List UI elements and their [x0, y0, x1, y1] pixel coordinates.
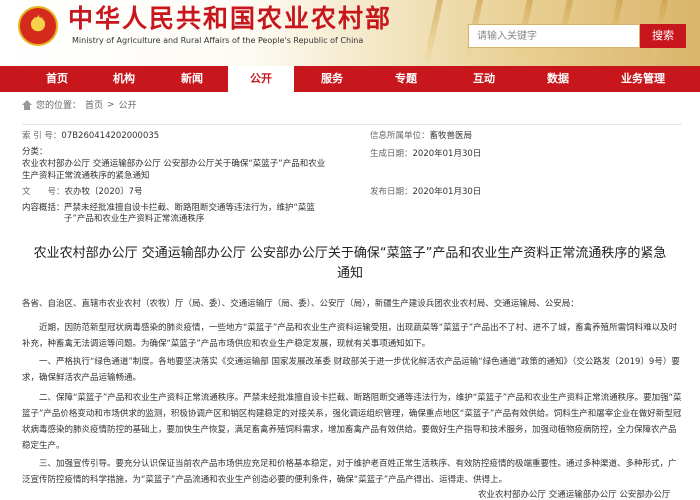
meta-summary-label: 内容概括：: [22, 203, 65, 213]
meta-doc-no-label: 文 号：: [22, 187, 65, 197]
meta-title-line2: 生产资料正常流通秩序的紧急通知: [22, 171, 150, 181]
meta-category-label: 分类：: [22, 147, 48, 157]
meta-created-value: 2020年01月30日: [412, 149, 482, 159]
meta-source-label: 信息所属单位：: [370, 131, 430, 141]
article-paragraph-1: 近期，因防范新型冠状病毒感染的肺炎疫情，一些地方“菜篮子”产品和农业生产资料运输…: [22, 323, 678, 349]
article-paragraph-4: 三、加强宣传引导。要充分认识保证当前农产品市场供应充足和价格基本稳定，对于维护老…: [22, 459, 677, 485]
search-button[interactable]: 搜索: [640, 24, 686, 48]
home-icon: [22, 99, 32, 110]
nav-item-public[interactable]: 公开: [228, 66, 294, 92]
meta-index-value: 07B260414202000035: [61, 131, 160, 141]
article-title: 农业农村部办公厅 交通运输部办公厅 公安部办公厅关于确保“菜篮子”产品和农业生产…: [20, 244, 680, 284]
document-metadata: 索 引 号：07B260414202000035 分类： 农业农村部办公厅 交通…: [22, 124, 682, 228]
meta-published-value: 2020年01月30日: [412, 187, 482, 197]
meta-summary-line1: 严禁未经批准擅自设卡拦截、断路阻断交通等违法行为，维护“菜篮: [64, 203, 315, 213]
site-header: ★ 中华人民共和国农业农村部 Ministry of Agriculture a…: [0, 0, 700, 66]
meta-source: 信息所属单位：畜牧兽医局: [370, 131, 472, 142]
meta-index-label: 索 引 号：: [22, 131, 62, 141]
search-input[interactable]: [468, 24, 640, 48]
meta-index: 索 引 号：07B260414202000035: [22, 131, 159, 142]
article-paragraph-2: 一、严格执行“绿色通道”制度。各地要坚决落实《交通运输部 国家发展改革委 财政部…: [22, 357, 680, 383]
star-icon: ★: [33, 12, 44, 26]
meta-created-label: 生成日期：: [370, 149, 413, 159]
article-salutation: 各省、自治区、直辖市农业农村（农牧）厅（局、委）、交通运输厅（局、委）、公安厅（…: [22, 299, 579, 309]
wheat-decoration: [422, 0, 444, 66]
meta-title-line1: 农业农村部办公厅 交通运输部办公厅 公安部办公厅关于确保“菜篮子”产品和农业: [22, 159, 326, 169]
article-signature: 农业农村部办公厅 交通运输部办公厅 公安部办公厅: [478, 490, 671, 500]
article-paragraph-3: 二、保障“菜篮子”产品和农业生产资料正常流通秩序。严禁未经批准擅自设卡拦截、断路…: [22, 393, 682, 451]
nav-item-news[interactable]: 新闻: [162, 66, 222, 92]
meta-summary-line2: 子”产品和农业生产资料正常流通秩序: [64, 214, 205, 224]
nav-item-interaction[interactable]: 互动: [454, 66, 514, 92]
meta-doc-no-value: 农办牧〔2020〕7号: [64, 187, 143, 197]
site-subtitle: Ministry of Agriculture and Rural Affair…: [72, 36, 364, 45]
article-title-line1: 农业农村部办公厅 交通运输部办公厅 公安部办公厅关于确保“菜篮子”产品和农业生产…: [33, 246, 667, 261]
main-nav: 首页 机构 新闻 公开 服务 专题 互动 数据 业务管理: [0, 66, 700, 92]
breadcrumb-label: 您的位置：: [36, 101, 82, 111]
site-title[interactable]: 中华人民共和国农业农村部: [68, 4, 392, 34]
breadcrumb-home-link[interactable]: 首页: [85, 98, 103, 111]
nav-item-data[interactable]: 数据: [528, 66, 588, 92]
nav-item-business[interactable]: 业务管理: [608, 66, 678, 92]
meta-published-label: 发布日期：: [370, 187, 413, 197]
nav-item-organization[interactable]: 机构: [94, 66, 154, 92]
meta-source-value: 畜牧兽医局: [429, 131, 473, 141]
meta-created: 生成日期：2020年01月30日: [370, 149, 481, 160]
nav-item-service[interactable]: 服务: [302, 66, 362, 92]
breadcrumb: 您的位置： 首页 > 公开: [22, 98, 137, 111]
nav-item-topics[interactable]: 专题: [376, 66, 436, 92]
meta-doc-no: 文 号：农办牧〔2020〕7号: [22, 187, 143, 198]
nav-item-home[interactable]: 首页: [28, 66, 86, 92]
meta-published: 发布日期：2020年01月30日: [370, 187, 481, 198]
breadcrumb-separator: >: [107, 99, 115, 110]
breadcrumb-current-link[interactable]: 公开: [119, 98, 137, 111]
article-title-line2: 通知: [336, 266, 363, 281]
